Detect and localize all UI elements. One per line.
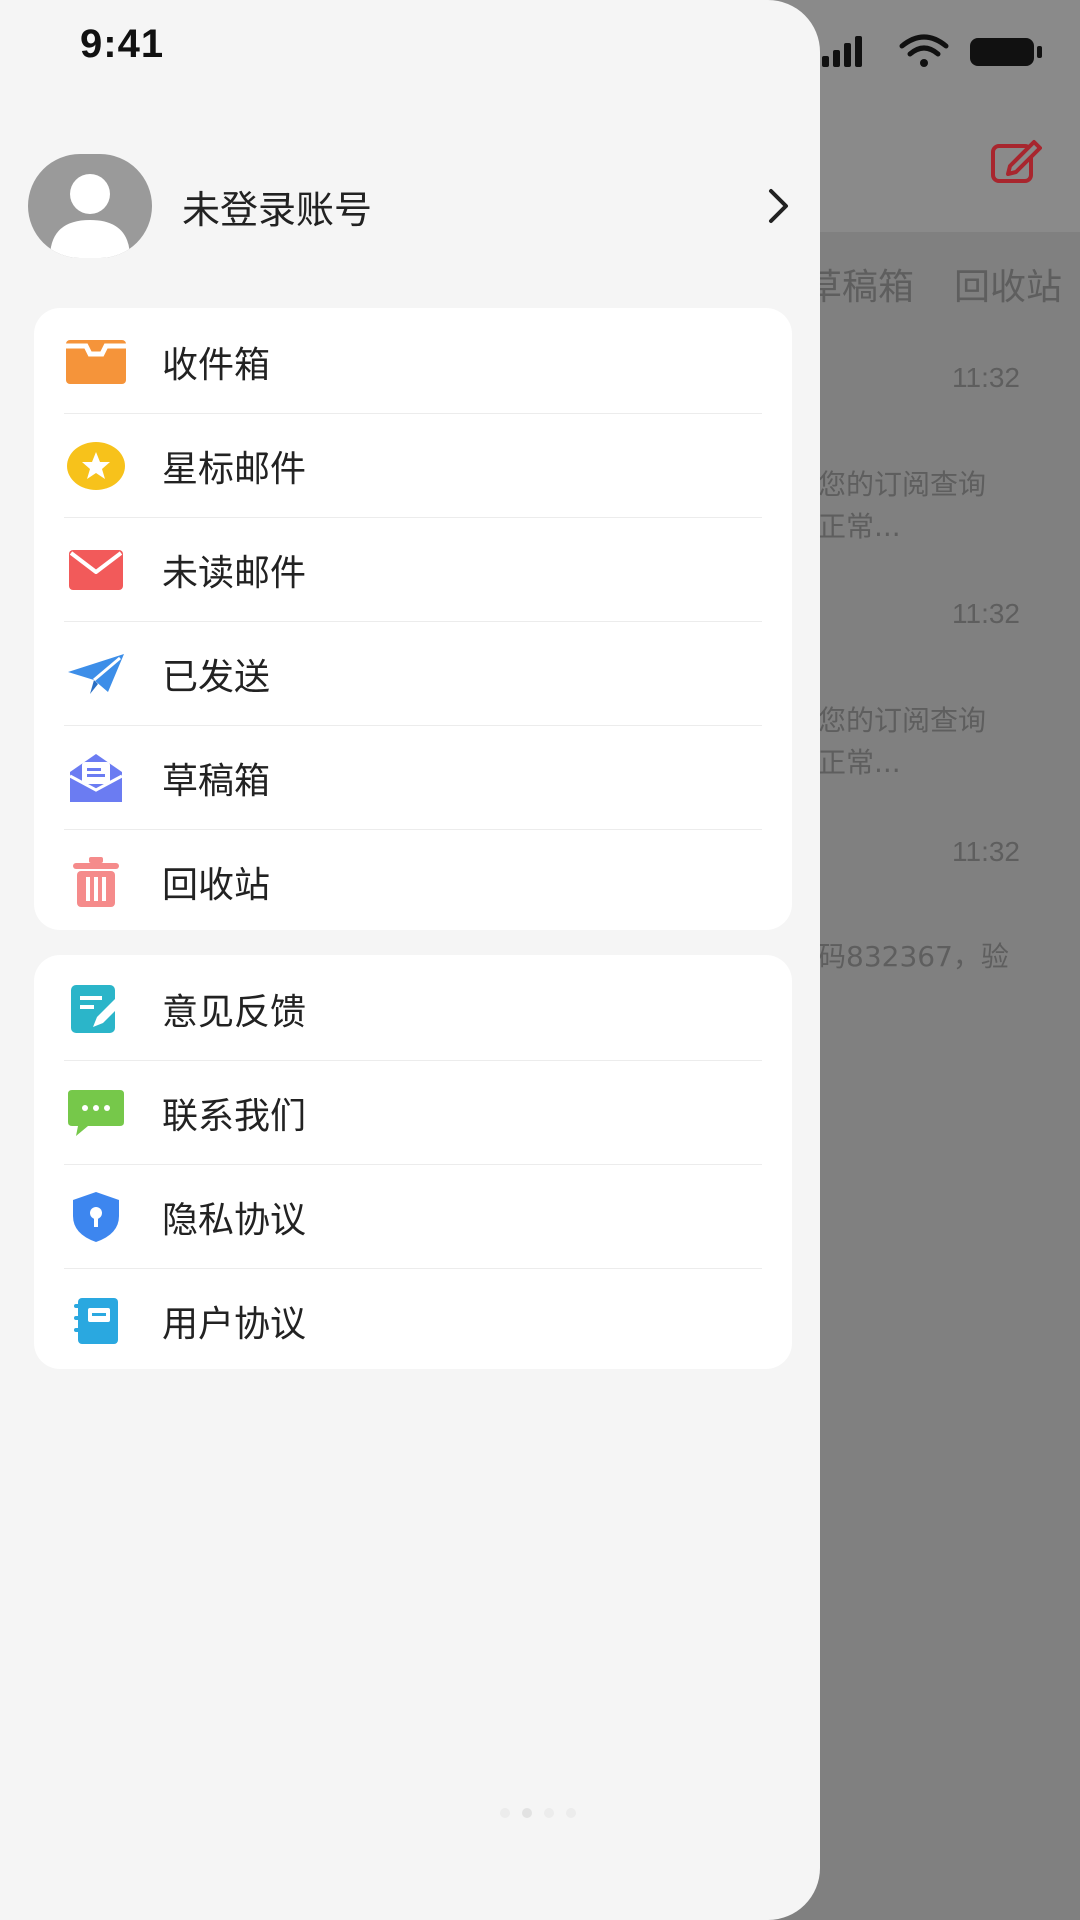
background-mail-snippet: 码832367，验 — [818, 940, 1009, 973]
mailbox-menu-card: 收件箱 星标邮件 未读邮件 已发送 草稿箱 回收站 — [34, 308, 792, 930]
menu-item-user-agreement[interactable]: 用户协议 — [34, 1269, 792, 1373]
battery-icon — [970, 38, 1042, 66]
menu-item-label: 联系我们 — [162, 1096, 307, 1137]
page-dot — [522, 1808, 532, 1818]
page-indicator — [500, 1808, 576, 1818]
background-tab-drafts: 草稿箱 — [806, 267, 915, 308]
menu-item-label: 用户协议 — [162, 1304, 307, 1345]
agreement-book-icon — [66, 1291, 126, 1351]
unread-mail-icon — [66, 540, 126, 600]
side-drawer: 9:41 未登录账号 收件箱 星标邮件 未读邮件 已发送 草稿箱 回收站 意见反… — [0, 0, 820, 1920]
menu-item-label: 隐私协议 — [162, 1200, 307, 1241]
menu-item-label: 未读邮件 — [162, 553, 307, 594]
background-tab-trash: 回收站 — [954, 267, 1063, 308]
shield-icon — [66, 1187, 126, 1247]
page-dot — [544, 1808, 554, 1818]
background-mail-snippet: 您的订阅查询 — [818, 704, 987, 737]
menu-item-contact-us[interactable]: 联系我们 — [34, 1061, 792, 1165]
feedback-icon — [66, 979, 126, 1039]
wifi-icon — [899, 34, 949, 57]
menu-item-label: 回收站 — [162, 865, 271, 906]
profile-name: 未登录账号 — [182, 187, 373, 232]
avatar — [28, 154, 152, 258]
menu-item-privacy[interactable]: 隐私协议 — [34, 1165, 792, 1269]
inbox-icon — [66, 332, 126, 392]
menu-item-drafts[interactable]: 草稿箱 — [34, 726, 792, 830]
background-mail-time: 11:32 — [952, 598, 1020, 629]
background-mail-time: 11:32 — [952, 836, 1020, 867]
background-mail-snippet: 正常... — [818, 510, 901, 543]
paper-plane-icon — [66, 644, 126, 704]
background-mail-time: 11:32 — [952, 362, 1020, 393]
menu-item-label: 收件箱 — [162, 345, 271, 386]
star-icon — [66, 436, 126, 496]
background-mail-snippet: 正常... — [818, 746, 901, 779]
menu-item-label: 草稿箱 — [162, 761, 271, 802]
menu-item-sent[interactable]: 已发送 — [34, 622, 792, 726]
menu-item-unread[interactable]: 未读邮件 — [34, 518, 792, 622]
trash-icon — [66, 852, 126, 912]
profile-row[interactable]: 未登录账号 — [28, 154, 798, 258]
chat-bubble-icon — [66, 1083, 126, 1143]
page-dot — [500, 1808, 510, 1818]
cellular-signal-icon — [822, 36, 862, 67]
menu-item-label: 星标邮件 — [162, 449, 307, 490]
drafts-icon — [66, 748, 126, 808]
status-bar-time: 9:41 — [80, 22, 165, 66]
menu-item-feedback[interactable]: 意见反馈 — [34, 957, 792, 1061]
menu-item-label: 意见反馈 — [162, 992, 307, 1033]
menu-item-inbox[interactable]: 收件箱 — [34, 310, 792, 414]
chevron-right-icon — [769, 189, 788, 223]
menu-item-label: 已发送 — [162, 657, 271, 698]
menu-item-starred[interactable]: 星标邮件 — [34, 414, 792, 518]
menu-item-trash[interactable]: 回收站 — [34, 830, 792, 934]
support-menu-card: 意见反馈 联系我们 隐私协议 用户协议 — [34, 955, 792, 1369]
page-dot — [566, 1808, 576, 1818]
default-user-icon — [50, 174, 130, 258]
compose-icon — [991, 140, 1042, 183]
background-mail-snippet: 您的订阅查询 — [818, 468, 987, 501]
status-bar-indicators — [822, 34, 1042, 67]
